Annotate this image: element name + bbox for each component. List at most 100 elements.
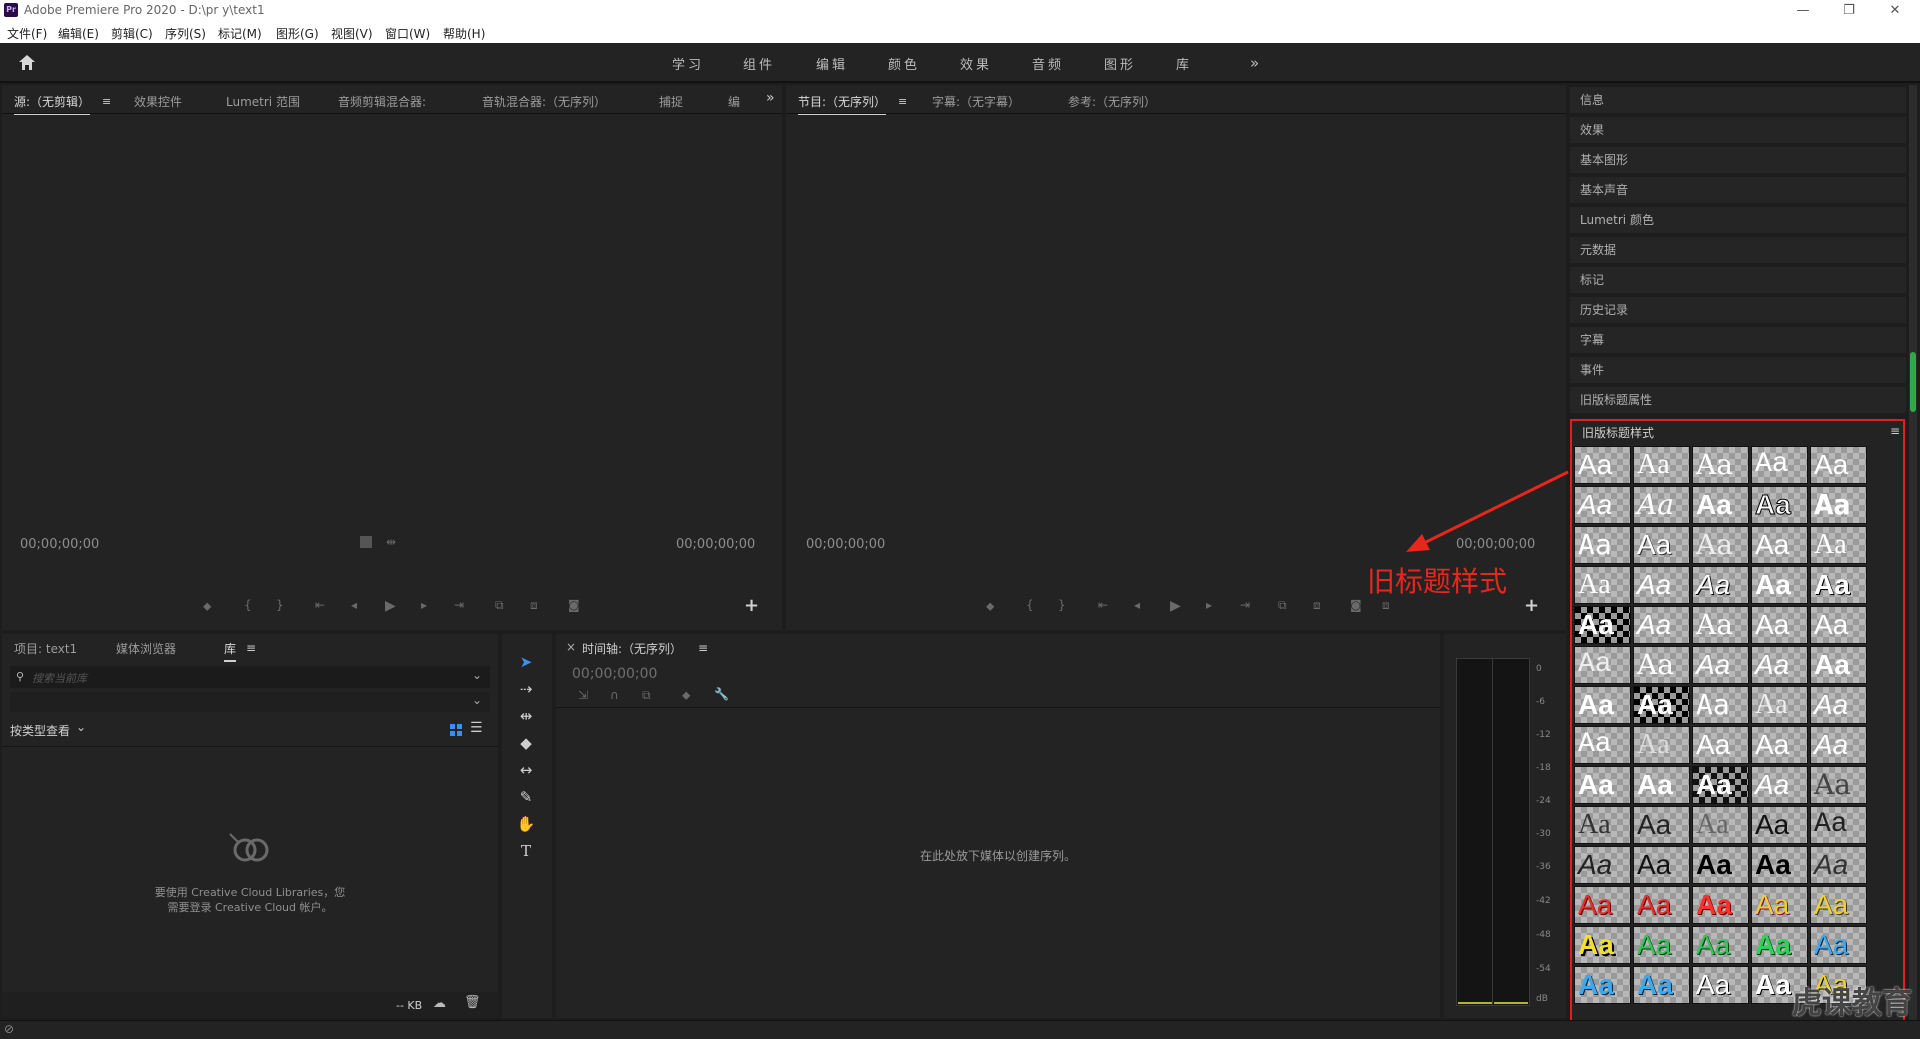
menu-clip[interactable]: 剪辑(C) [111,25,153,42]
razor-tool-icon[interactable]: ◆ [513,731,539,755]
title-style-swatch[interactable]: Aa [1692,846,1749,884]
title-style-swatch[interactable]: Aa [1633,486,1690,524]
trash-icon[interactable]: 🗑 [464,995,481,1010]
tab-timeline[interactable]: 时间轴:（无序列） [582,640,682,657]
title-style-swatch[interactable]: Aa [1633,966,1690,1004]
button-editor-icon[interactable]: + [744,595,759,616]
workspace-color[interactable]: 颜色 [888,54,920,73]
title-style-swatch[interactable]: Aa [1751,446,1808,484]
menu-sequence[interactable]: 序列(S) [165,25,206,42]
title-style-swatch[interactable]: Aa [1692,886,1749,924]
add-marker-icon[interactable]: ⬥ [682,688,690,703]
title-style-swatch[interactable]: Aa [1574,486,1631,524]
panel-captions[interactable]: 字幕 [1570,325,1906,353]
tab-menu-icon[interactable]: ≡ [102,95,111,108]
title-style-swatch[interactable]: Aa [1692,766,1749,804]
title-style-swatch[interactable]: Aa [1633,446,1690,484]
workspace-learn[interactable]: 学习 [672,54,704,73]
title-style-swatch[interactable]: Aa [1574,446,1631,484]
title-style-swatch[interactable]: Aa [1810,726,1867,764]
panel-metadata[interactable]: 元数据 [1570,235,1906,263]
linked-selection-icon[interactable]: ⧉ [642,688,651,703]
program-timecode-current[interactable]: 00;00;00;00 [806,537,885,552]
goto-out-icon[interactable]: ⇥ [454,598,464,612]
tab-effect-controls[interactable]: 效果控件 [134,93,182,110]
title-style-swatch[interactable]: Aa [1692,446,1749,484]
more-tabs-button[interactable]: » [766,90,775,106]
title-style-swatch[interactable]: Aa [1692,926,1749,964]
type-tool-icon[interactable]: T [513,839,539,863]
title-style-swatch[interactable]: Aa [1574,686,1631,724]
minimize-button[interactable]: — [1780,1,1826,21]
mark-in-icon[interactable]: { [1026,598,1034,612]
menu-marker[interactable]: 标记(M) [218,25,262,42]
wrench-icon[interactable]: 🔧 [714,687,729,701]
title-style-swatch[interactable]: Aa [1692,646,1749,684]
snap-icon[interactable]: ∩ [610,688,619,702]
title-style-swatch[interactable]: Aa [1633,806,1690,844]
title-style-swatch[interactable]: Aa [1751,806,1808,844]
tab-media-browser[interactable]: 媒体浏览器 [116,640,176,657]
title-style-swatch[interactable]: Aa [1574,606,1631,644]
title-style-swatch[interactable]: Aa [1751,686,1808,724]
chevron-down-icon[interactable]: ⌄ [472,668,482,682]
button-editor-icon[interactable]: + [1524,595,1539,616]
tab-menu-icon[interactable]: ≡ [246,641,256,655]
tab-audio-clip-mixer[interactable]: 音频剪辑混合器: [338,93,426,110]
title-style-swatch[interactable]: Aa [1692,606,1749,644]
nest-toggle-icon[interactable]: ⇲ [578,688,588,702]
ripple-edit-tool-icon[interactable]: ⇹ [513,704,539,728]
title-style-swatch[interactable]: Aa [1692,686,1749,724]
title-style-swatch[interactable]: Aa [1810,526,1867,564]
title-style-swatch[interactable]: Aa [1574,806,1631,844]
export-frame-icon[interactable]: ◙ [1350,598,1362,612]
title-style-swatch[interactable]: Aa [1810,846,1867,884]
workspace-graphics[interactable]: 图形 [1104,54,1136,73]
view-by-type-dropdown[interactable]: 按类型查看 [10,722,70,739]
menu-edit[interactable]: 编辑(E) [58,25,99,42]
selection-tool-icon[interactable]: ➤ [513,650,539,674]
title-style-swatch[interactable]: Aa [1692,566,1749,604]
title-style-swatch[interactable]: Aa [1633,606,1690,644]
title-style-swatch[interactable]: Aa [1633,886,1690,924]
title-style-swatch[interactable]: Aa [1692,726,1749,764]
overwrite-icon[interactable]: ⧈ [530,598,538,613]
title-style-swatch[interactable]: Aa [1574,926,1631,964]
grid-view-icon[interactable] [450,724,462,736]
title-style-swatch[interactable]: Aa [1751,886,1808,924]
panel-essential-sound[interactable]: 基本声音 [1570,175,1906,203]
title-style-swatch[interactable]: Aa [1574,886,1631,924]
tab-program[interactable]: 节目:（无序列） [798,93,887,115]
goto-in-icon[interactable]: ⇤ [315,598,325,612]
title-style-swatch[interactable]: Aa [1574,726,1631,764]
panel-lumetri-color[interactable]: Lumetri 颜色 [1570,205,1906,233]
title-style-swatch[interactable]: Aa [1751,846,1808,884]
lift-icon[interactable]: ⧉ [1278,598,1287,613]
title-style-swatch[interactable]: Aa [1574,526,1631,564]
panel-events[interactable]: 事件 [1570,355,1906,383]
title-style-swatch[interactable]: Aa [1810,686,1867,724]
step-forward-icon[interactable]: ▸ [1206,598,1212,612]
menu-help[interactable]: 帮助(H) [443,25,485,42]
title-style-swatch[interactable]: Aa [1633,566,1690,604]
tab-source[interactable]: 源:（无剪辑） [14,93,91,115]
title-style-swatch[interactable]: Aa [1751,526,1808,564]
timeline-timecode[interactable]: 00;00;00;00 [572,666,657,682]
workspace-editing[interactable]: 编辑 [816,54,848,73]
chevron-down-icon[interactable]: ⌄ [76,720,86,734]
title-style-swatch[interactable]: Aa [1810,606,1867,644]
title-style-swatch[interactable]: Aa [1633,686,1690,724]
title-style-swatch[interactable]: Aa [1751,926,1808,964]
home-icon[interactable] [18,54,36,71]
source-timecode-current[interactable]: 00;00;00;00 [20,537,99,552]
mark-out-icon[interactable]: } [276,598,284,612]
title-style-swatch[interactable]: Aa [1574,846,1631,884]
goto-out-icon[interactable]: ⇥ [1240,598,1250,612]
title-style-swatch[interactable]: Aa [1574,566,1631,604]
tab-menu-icon[interactable]: ≡ [898,95,907,108]
tab-capture[interactable]: 捕捉 [659,93,683,110]
library-search-input[interactable]: ⚲ 搜索当前库 ⌄ [10,666,490,688]
panel-legacy-title-properties[interactable]: 旧版标题属性 [1570,385,1906,413]
title-style-swatch[interactable]: Aa [1751,566,1808,604]
workspace-effects[interactable]: 效果 [960,54,992,73]
